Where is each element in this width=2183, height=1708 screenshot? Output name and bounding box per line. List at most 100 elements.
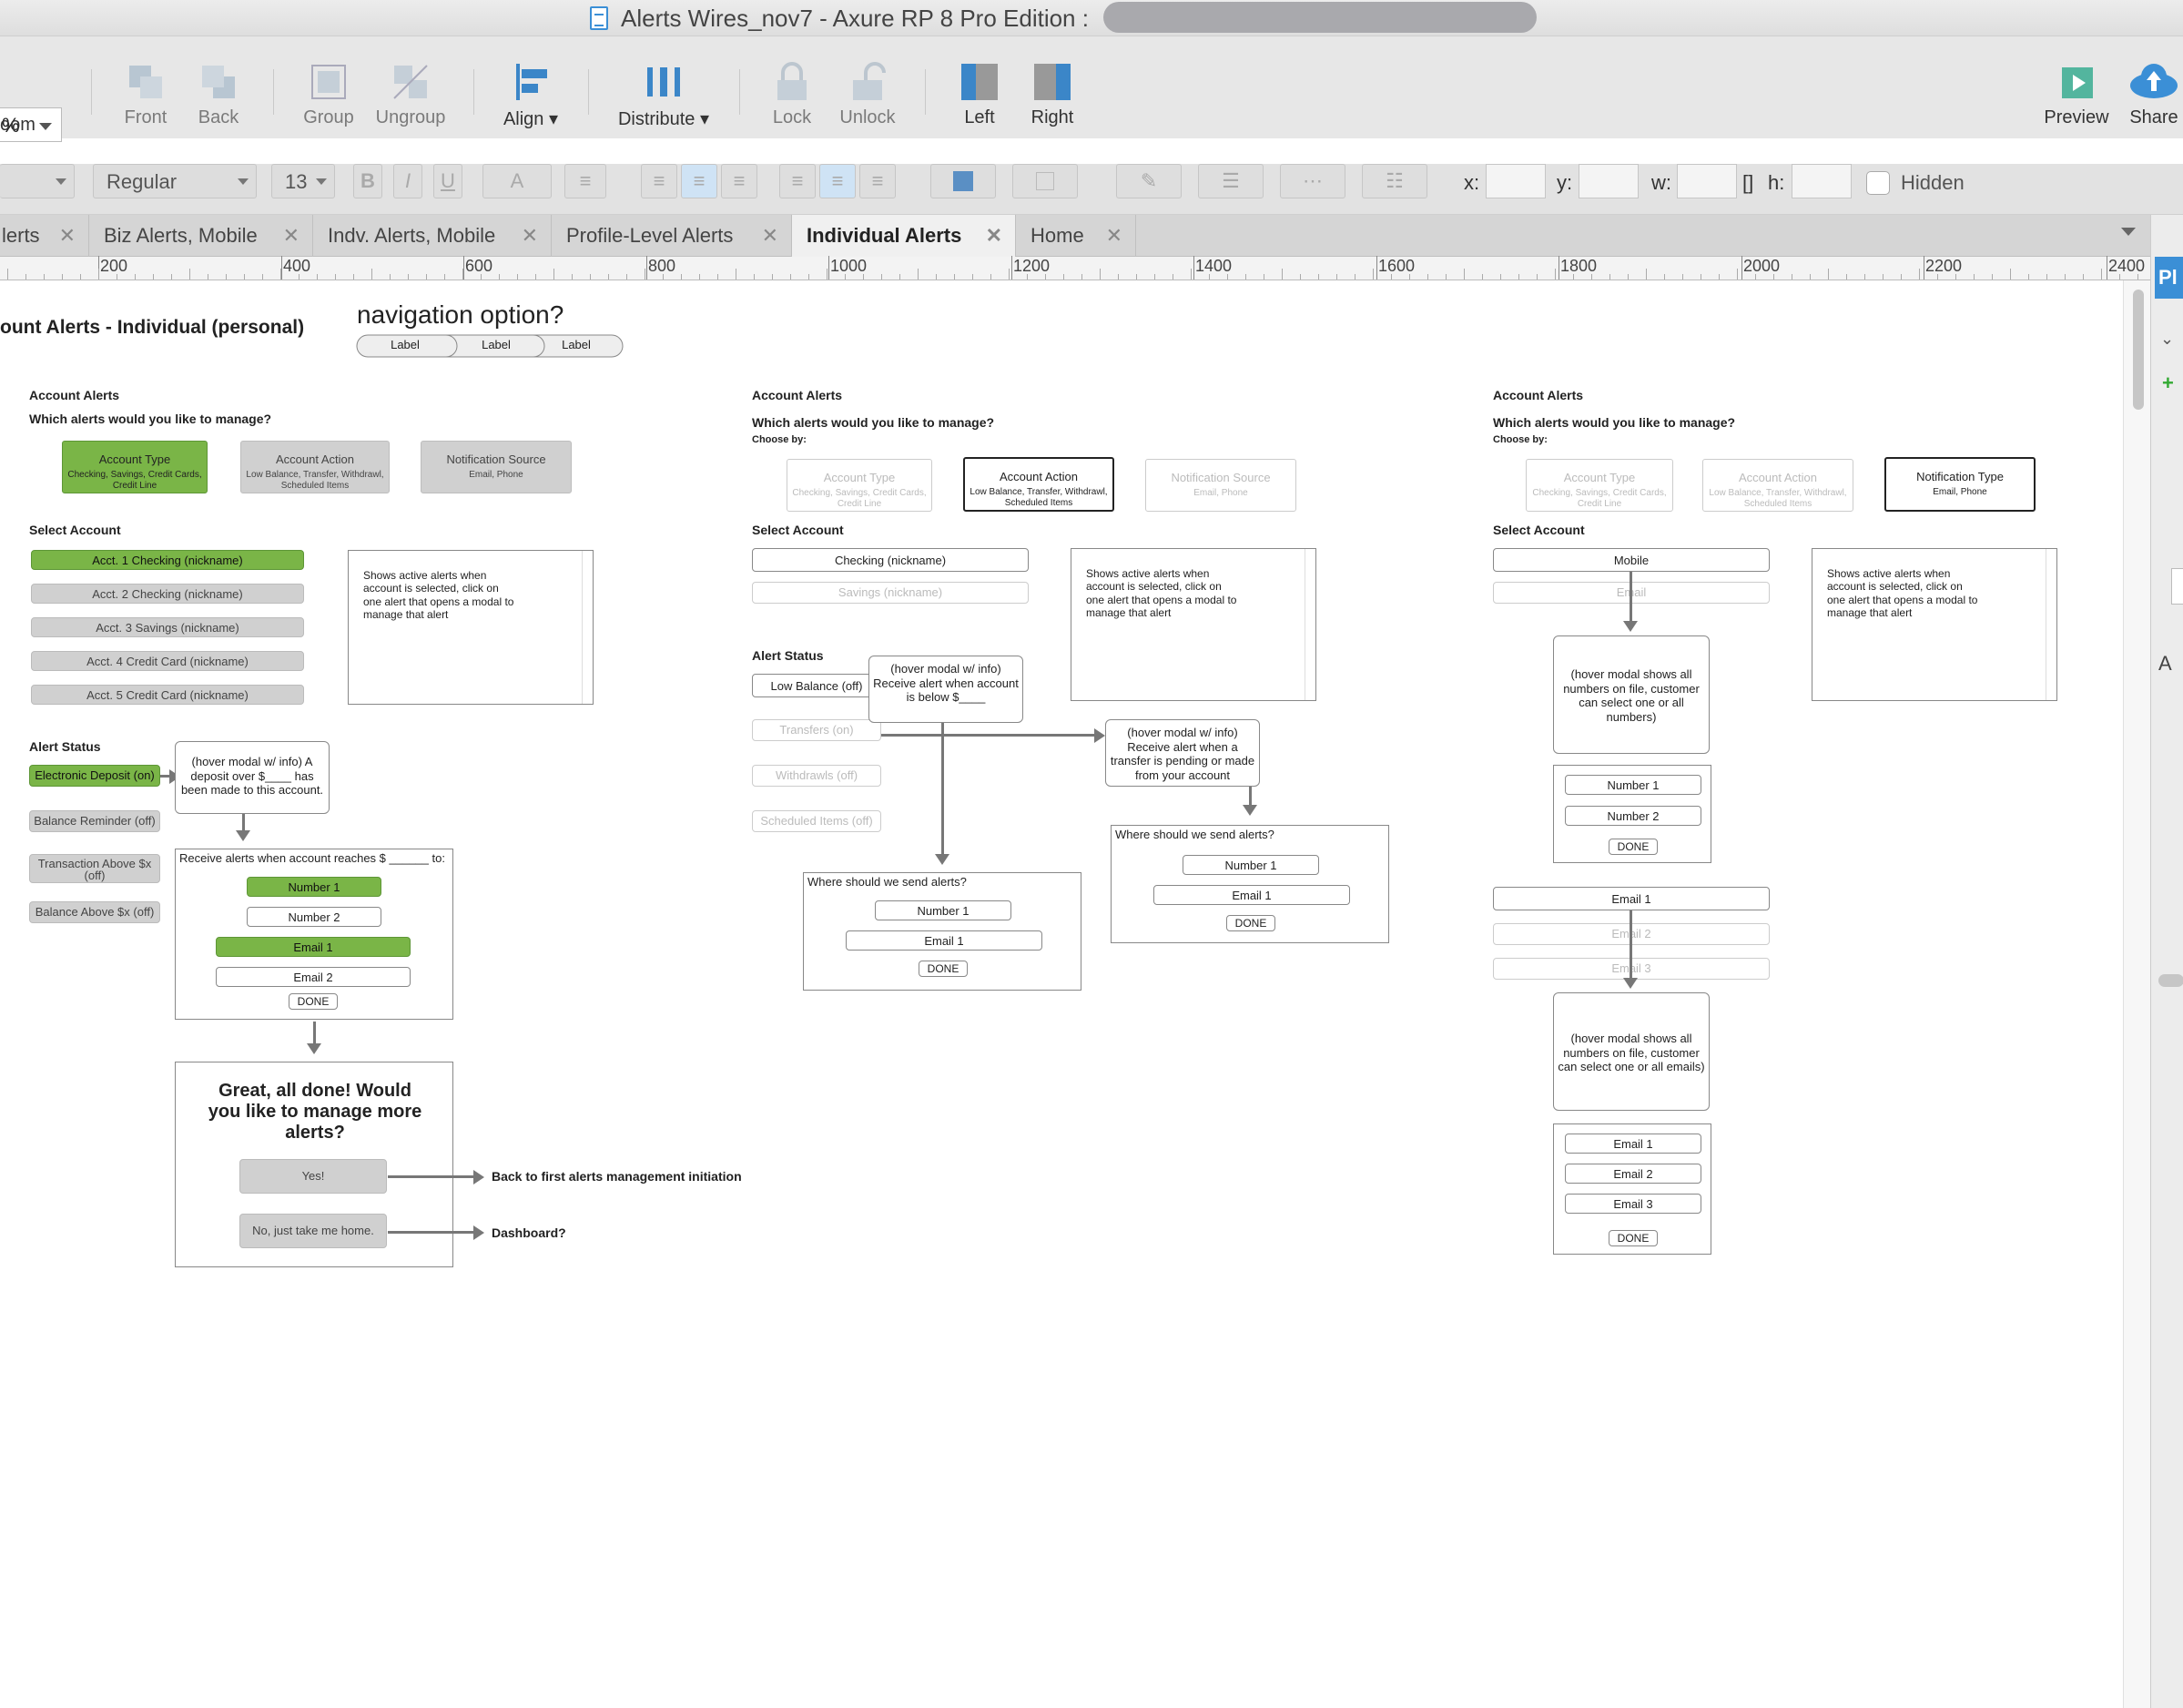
account-type-card-2[interactable]: Account Type Checking, Savings, Credit Ca… xyxy=(787,459,932,512)
font-family-select[interactable] xyxy=(0,164,75,198)
email-2-option[interactable]: Email 2 xyxy=(216,967,411,987)
fill-color-button[interactable] xyxy=(930,164,996,198)
notification-type-card-3[interactable]: Notification Type Email, Phone xyxy=(1884,457,2036,512)
align-center-text-button[interactable]: ≡ xyxy=(681,164,717,198)
status-transaction-above[interactable]: Transaction Above $x (off) xyxy=(29,854,160,883)
status-balance-above[interactable]: Balance Above $x (off) xyxy=(29,901,160,923)
status-transfers[interactable]: Transfers (on) xyxy=(752,719,881,741)
email-1-select[interactable]: Email 1 xyxy=(1493,887,1770,910)
email-1-option[interactable]: Email 1 xyxy=(216,937,411,957)
account-action-card-3[interactable]: Account Action Low Balance, Transfer, Wit… xyxy=(1702,459,1853,512)
email-2-option[interactable]: Email 2 xyxy=(1565,1164,1701,1184)
account-action-card[interactable]: Account Action Low Balance, Transfer, Wit… xyxy=(240,441,390,493)
shadow-button[interactable] xyxy=(1012,164,1078,198)
done-button[interactable]: DONE xyxy=(289,993,338,1010)
valign-middle-button[interactable]: ≡ xyxy=(819,164,856,198)
done-button[interactable]: DONE xyxy=(919,961,968,977)
email-1-option[interactable]: Email 1 xyxy=(1565,1134,1701,1154)
valign-top-button[interactable]: ≡ xyxy=(779,164,816,198)
italic-button[interactable]: I xyxy=(393,164,422,198)
x-input[interactable] xyxy=(1486,164,1546,198)
number-1-option[interactable]: Number 1 xyxy=(1183,855,1319,875)
close-icon[interactable]: ✕ xyxy=(986,224,1002,248)
close-icon[interactable]: ✕ xyxy=(522,224,538,248)
nav-label-1[interactable]: Label xyxy=(375,338,435,352)
checking-option[interactable]: Checking (nickname) xyxy=(752,548,1029,572)
tab-alerts[interactable]: lerts ✕ xyxy=(0,215,89,257)
account-action-card-2[interactable]: Account Action Low Balance, Transfer, Wit… xyxy=(963,457,1114,512)
underline-button[interactable]: U xyxy=(433,164,462,198)
plus-icon[interactable]: + xyxy=(2162,371,2174,395)
canvas-vertical-scrollbar[interactable] xyxy=(2123,280,2150,1708)
email-3-option[interactable]: Email 3 xyxy=(1565,1194,1701,1214)
font-size-select[interactable]: 13 xyxy=(271,164,335,198)
notification-source-card[interactable]: Notification Source Email, Phone xyxy=(421,441,572,493)
done-button[interactable]: DONE xyxy=(1609,1230,1658,1246)
font-style-select[interactable]: Regular xyxy=(93,164,257,198)
tab-individual-alerts[interactable]: Individual Alerts ✕ xyxy=(792,215,1016,257)
number-2-option[interactable]: Number 2 xyxy=(1565,806,1701,826)
scrollbar-thumb[interactable] xyxy=(2133,290,2144,410)
number-1-option[interactable]: Number 1 xyxy=(1565,775,1701,795)
tab-biz-alerts-mobile[interactable]: Biz Alerts, Mobile ✕ xyxy=(89,215,313,257)
close-icon[interactable]: ✕ xyxy=(1106,224,1122,248)
preview-button[interactable]: Preview xyxy=(2037,62,2116,128)
nav-label-2[interactable]: Label xyxy=(466,338,526,352)
account-4-option[interactable]: Acct. 4 Credit Card (nickname) xyxy=(31,651,304,671)
arrow-style-button[interactable]: ☷ xyxy=(1362,164,1427,198)
no-home-button[interactable]: No, just take me home. xyxy=(239,1214,387,1248)
ungroup-button[interactable]: Ungroup xyxy=(371,62,450,128)
panel-scroll-thumb[interactable] xyxy=(2158,974,2183,987)
panel-input[interactable] xyxy=(2171,568,2183,605)
account-type-card[interactable]: Account Type Checking, Savings, Credit Ca… xyxy=(62,441,208,493)
line-pattern-button[interactable]: ⋯ xyxy=(1280,164,1345,198)
email-1-option[interactable]: Email 1 xyxy=(1153,885,1350,905)
account-5-option[interactable]: Acct. 5 Credit Card (nickname) xyxy=(31,685,304,705)
number-1-option[interactable]: Number 1 xyxy=(247,877,381,897)
lock-button[interactable]: Lock xyxy=(765,62,819,128)
left-panel-button[interactable]: Left xyxy=(954,62,1005,128)
status-electronic-deposit[interactable]: Electronic Deposit (on) xyxy=(29,765,160,787)
account-type-card-3[interactable]: Account Type Checking, Savings, Credit Ca… xyxy=(1526,459,1673,512)
align-button[interactable]: Align ▾ xyxy=(499,62,563,130)
status-scheduled-items[interactable]: Scheduled Items (off) xyxy=(752,810,881,832)
align-right-text-button[interactable]: ≡ xyxy=(721,164,757,198)
right-panel-tab[interactable]: Pl xyxy=(2155,257,2183,299)
yes-button[interactable]: Yes! xyxy=(239,1159,387,1194)
line-width-button[interactable]: ☰ xyxy=(1198,164,1264,198)
savings-option[interactable]: Savings (nickname) xyxy=(752,582,1029,604)
account-1-option[interactable]: Acct. 1 Checking (nickname) xyxy=(31,550,304,570)
h-input[interactable] xyxy=(1792,164,1852,198)
bullets-button[interactable]: ≡ xyxy=(564,164,606,198)
number-2-option[interactable]: Number 2 xyxy=(247,907,381,927)
account-2-option[interactable]: Acct. 2 Checking (nickname) xyxy=(31,584,304,604)
right-panel-button[interactable]: Right xyxy=(1027,62,1078,128)
design-canvas[interactable]: ount Alerts - Individual (personal) navi… xyxy=(0,280,2123,1708)
close-icon[interactable]: ✕ xyxy=(762,224,778,248)
font-color-button[interactable]: A xyxy=(482,164,552,198)
hidden-checkbox[interactable] xyxy=(1866,171,1890,195)
email-1-option[interactable]: Email 1 xyxy=(846,930,1042,951)
bold-button[interactable]: B xyxy=(353,164,382,198)
close-icon[interactable]: ✕ xyxy=(283,224,300,248)
close-icon[interactable]: ✕ xyxy=(59,224,76,248)
number-1-option[interactable]: Number 1 xyxy=(875,900,1011,920)
distribute-button[interactable]: Distribute ▾ xyxy=(614,62,714,130)
constrain-icon[interactable]: [] xyxy=(1742,171,1753,195)
done-button[interactable]: DONE xyxy=(1226,915,1275,931)
valign-bottom-button[interactable]: ≡ xyxy=(859,164,896,198)
done-button[interactable]: DONE xyxy=(1609,839,1658,855)
mobile-option[interactable]: Mobile xyxy=(1493,548,1770,572)
y-input[interactable] xyxy=(1579,164,1639,198)
notification-source-card-2[interactable]: Notification Source Email, Phone xyxy=(1145,459,1296,512)
account-3-option[interactable]: Acct. 3 Savings (nickname) xyxy=(31,617,304,637)
front-button[interactable]: Front xyxy=(118,62,173,128)
group-button[interactable]: Group xyxy=(297,62,360,128)
tab-profile-level-alerts[interactable]: Profile-Level Alerts ✕ xyxy=(552,215,792,257)
w-input[interactable] xyxy=(1677,164,1737,198)
nav-label-3[interactable]: Label xyxy=(546,338,606,352)
tab-indv-alerts-mobile[interactable]: Indv. Alerts, Mobile ✕ xyxy=(313,215,552,257)
status-low-balance[interactable]: Low Balance (off) xyxy=(752,674,881,697)
tab-home[interactable]: Home ✕ xyxy=(1016,215,1136,257)
back-button[interactable]: Back xyxy=(191,62,246,128)
